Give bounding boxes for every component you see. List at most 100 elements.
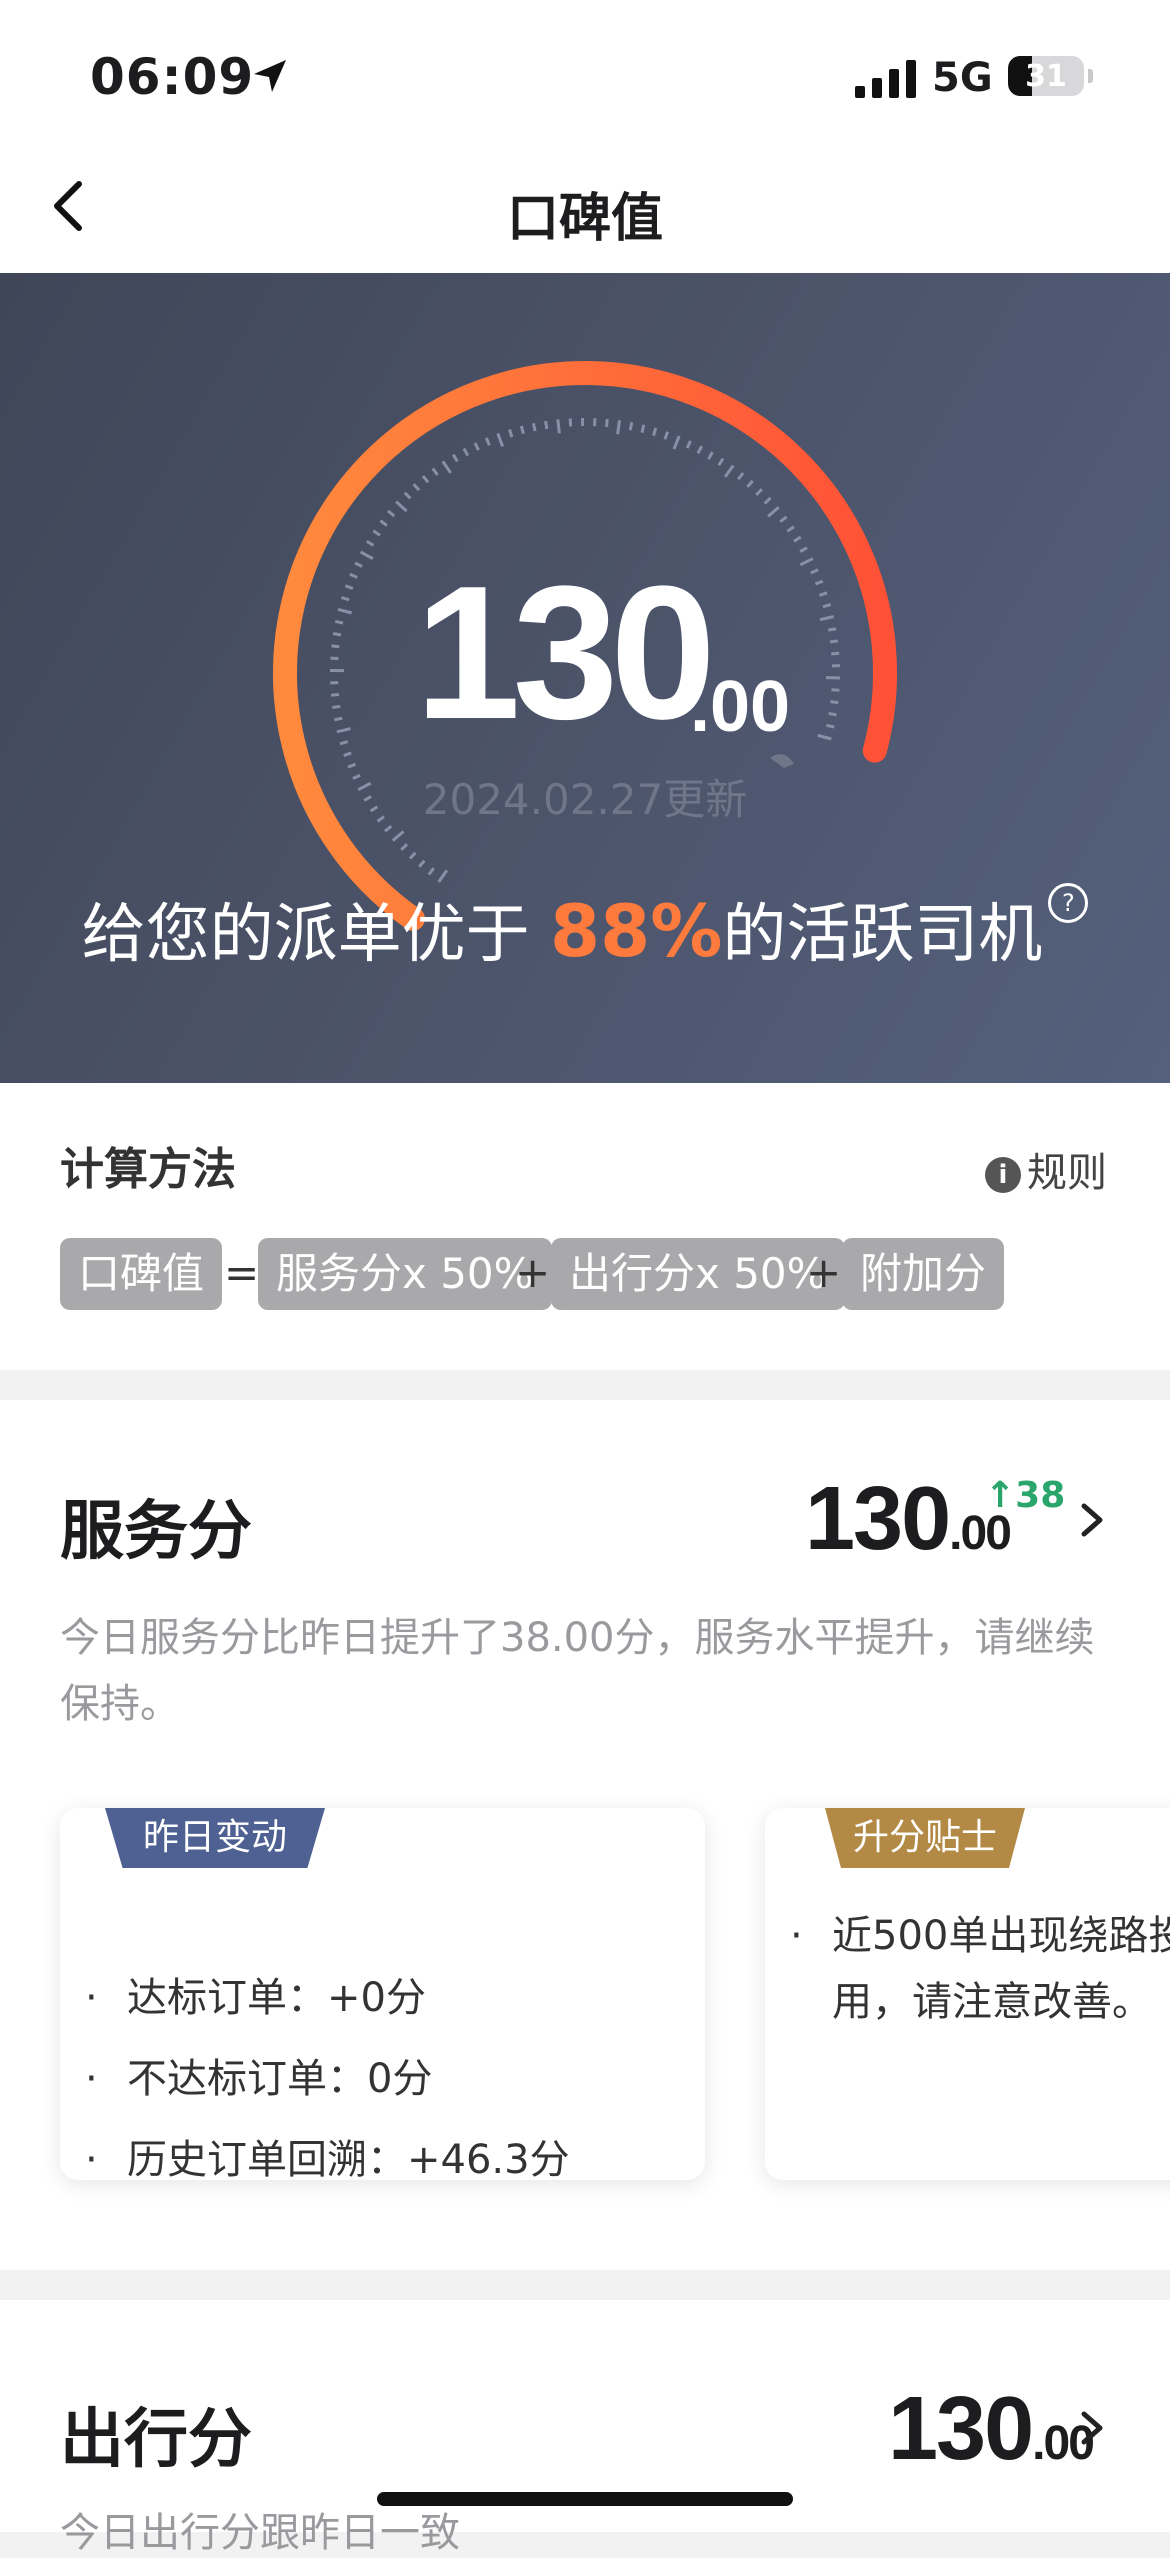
service-title: 服务分 (60, 1480, 252, 1572)
gauge-tick (831, 690, 839, 691)
formula-plus: + (806, 1248, 841, 1297)
gauge-tick (333, 634, 341, 635)
update-date: 2024.02.27更新 (0, 766, 1170, 827)
travel-score-integer: 130 (888, 2379, 1032, 2479)
ranking-text: 给您的派单优于 88%的活跃司机? (0, 883, 1170, 975)
gauge-tick (367, 541, 374, 545)
gauge-tick (361, 552, 373, 559)
gauge-tick (331, 646, 339, 647)
list-item: 达标订单：+0分 (85, 1958, 570, 2039)
formula-chip-travel: 出行分x 50% (551, 1238, 845, 1310)
gauge-tick (464, 449, 468, 456)
formula-plus: + (515, 1248, 550, 1297)
gauge-tick (350, 574, 357, 577)
gauge-tick (414, 484, 419, 490)
score-hero: 130 .00 2024.02.27更新 给您的派单优于 88%的活跃司机? (0, 273, 1170, 1083)
gauge-tick (630, 422, 631, 430)
help-icon[interactable]: ? (1048, 883, 1088, 923)
score-decimal: .00 (690, 671, 790, 743)
gauge-tick (521, 426, 523, 434)
gauge-tick (443, 461, 451, 473)
gauge-tick (433, 468, 438, 474)
gauge-tick (765, 498, 771, 503)
gauge-tick (335, 621, 343, 623)
formula-chip-bonus: 附加分 (842, 1238, 1004, 1310)
ranking-prefix: 给您的派单优于 (82, 898, 550, 972)
gauge-tick (787, 527, 794, 532)
gauge-tick (345, 586, 353, 589)
gauge-tick (337, 729, 351, 732)
change-list: 达标订单：+0分 不达标订单：0分 历史订单回溯：+46.3分 (85, 1958, 570, 2201)
gauge-tick (423, 476, 428, 482)
rules-link[interactable]: i规则 (985, 1140, 1107, 1198)
gauge-tick (331, 695, 339, 696)
gauge-tick (429, 868, 434, 874)
gauge-tick (533, 423, 535, 431)
gauge-tick (831, 653, 839, 654)
gauge-tick (687, 441, 690, 448)
gauge-tick (654, 428, 656, 436)
tips-text: 近500单出现绕路投诉 用，请注意改善。 (790, 1903, 1170, 2035)
gauge-tick (334, 718, 342, 719)
info-icon: i (985, 1157, 1021, 1193)
gauge-tick (820, 617, 834, 620)
formula-title: 计算方法 (60, 1133, 236, 1197)
chevron-right-icon[interactable] (1078, 2408, 1106, 2448)
gauge-tick (829, 714, 837, 715)
ranking-percent: 88% (550, 889, 722, 973)
gauge-tick (486, 438, 489, 445)
service-delta-value: 38 (1015, 1475, 1065, 1516)
chevron-right-icon[interactable] (1078, 1500, 1106, 1540)
arrow-up-icon: ↑ (985, 1475, 1015, 1516)
service-score-integer: 130 (805, 1469, 949, 1569)
gauge-tick (332, 706, 340, 707)
yesterday-change-tag: 昨日变动 (105, 1808, 325, 1868)
gauge-tick (811, 570, 818, 573)
ranking-suffix: 的活跃司机 (722, 898, 1042, 972)
formula-card (0, 1083, 1170, 1370)
gauge-tick (719, 459, 723, 466)
gauge-tick (818, 735, 832, 739)
tips-tag: 升分贴士 (825, 1808, 1025, 1868)
formula-chip-service: 服务分x 50% (258, 1238, 552, 1310)
location-arrow-icon (250, 56, 290, 96)
gauge-tick (747, 481, 752, 487)
gauge-tick (373, 531, 380, 535)
gauge-tick (344, 753, 352, 756)
gauge-tick (698, 446, 702, 453)
page-title: 口碑值 (0, 176, 1170, 251)
gauge-tick (388, 511, 394, 516)
gauge-tick (419, 861, 424, 867)
yesterday-change-card: 昨日变动 达标订单：+0分 不达标订单：0分 历史订单回溯：+46.3分 (60, 1808, 705, 2180)
gauge-tick (396, 502, 406, 511)
gauge-tick (340, 742, 348, 744)
gauge-tick (823, 605, 831, 607)
tips-line-2: 用，请注意改善。 (790, 1969, 1170, 2035)
signal-bars-icon (855, 60, 917, 98)
service-delta: ↑38 (985, 1475, 1065, 1516)
gauge-tick (341, 598, 349, 600)
battery-tip (1088, 69, 1093, 83)
gauge-tick (338, 609, 352, 612)
gauge-tick (830, 641, 838, 642)
gauge-tick (475, 443, 478, 450)
rules-label: 规则 (1027, 1150, 1107, 1196)
battery-icon: 31 (1008, 56, 1084, 96)
tips-card[interactable]: 升分贴士 近500单出现绕路投诉 用，请注意改善。 (765, 1808, 1170, 2180)
gauge-tick (355, 563, 362, 566)
gauge-tick (607, 419, 608, 427)
gauge-tick (794, 537, 801, 541)
gauge-tick (642, 425, 644, 433)
gauge-tick (674, 436, 679, 449)
gauge-tick (826, 725, 834, 727)
gauge-tick (498, 433, 503, 446)
gauge-tick (618, 420, 620, 434)
gauge-tick (410, 853, 415, 859)
gauge-tick (405, 493, 411, 499)
gauge-tick (393, 831, 404, 840)
gauge-tick (768, 507, 779, 516)
gauge-tick (738, 473, 743, 479)
gauge-tick (380, 521, 386, 526)
travel-title: 出行分 (60, 2388, 252, 2480)
tips-line-1: 近500单出现绕路投诉 (790, 1903, 1170, 1969)
